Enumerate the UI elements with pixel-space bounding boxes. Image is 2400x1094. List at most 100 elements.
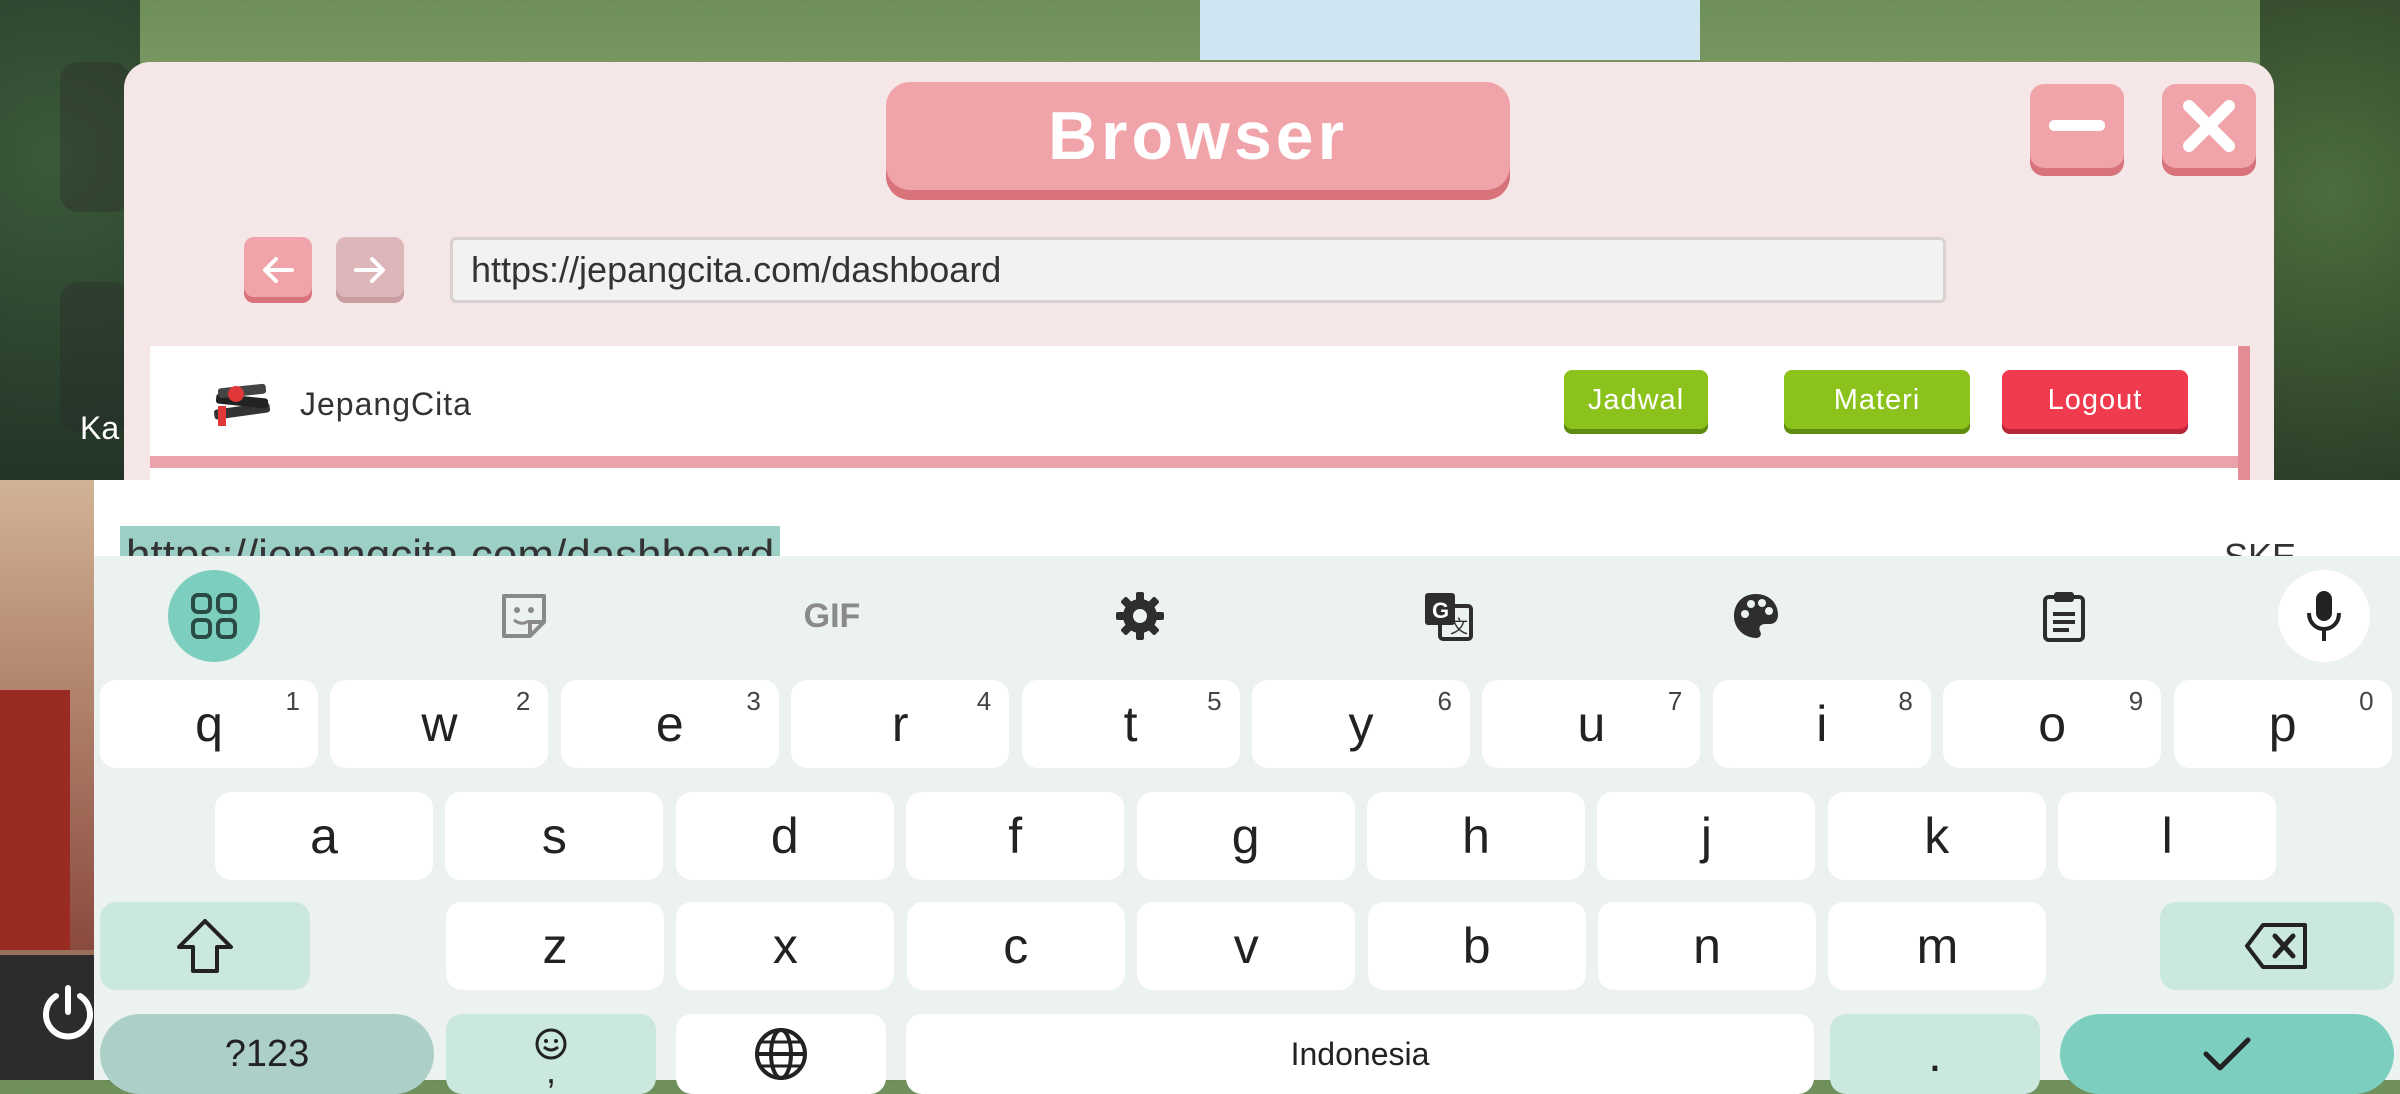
key-m[interactable]: m [1828,902,2047,990]
key-n[interactable]: n [1598,902,1816,990]
gif-icon: GIF [803,596,861,635]
key-b[interactable]: b [1367,902,1586,990]
sticker-button[interactable] [478,570,570,662]
keyboard-suggestion-strip: https://jepangcita.com/dashboard SKE [94,480,2400,556]
clipboard-button[interactable] [2018,570,2110,662]
header-divider [150,456,2238,468]
apps-button[interactable] [168,570,260,662]
power-icon[interactable] [38,982,98,1042]
close-button[interactable] [2162,84,2256,176]
key-z[interactable]: z [446,902,664,990]
apps-icon [191,593,237,639]
minimize-button[interactable] [2030,84,2124,176]
backspace-icon [2245,923,2307,969]
key-label: a [310,808,338,864]
period-key[interactable]: . [1830,1014,2040,1094]
key-u[interactable]: u7 [1482,680,1701,768]
minimize-icon [2049,120,2105,131]
on-screen-keyboard: GIF G 文 ?123 , Indonesia . q 1 w 2 e 3 r… [94,556,2400,1094]
key-v[interactable]: v [1137,902,1356,990]
key-f[interactable]: f [906,792,1125,880]
key-k[interactable]: k [1827,792,2046,880]
key-label: b [1462,918,1491,974]
key-p[interactable]: p0 [2173,680,2392,768]
enter-key[interactable] [2060,1014,2394,1094]
voice-input-button[interactable] [2278,570,2370,662]
key-label: x [772,918,798,974]
key-i[interactable]: i8 [1712,680,1931,768]
key-d[interactable]: d [675,792,894,880]
close-icon [2183,100,2235,152]
emoji-comma-key[interactable]: , [446,1014,656,1094]
logout-button[interactable]: Logout [2002,370,2188,434]
translate-button[interactable]: G 文 [1402,570,1494,662]
key-label: u [1577,696,1606,752]
key-label: j [1700,808,1712,864]
key-label: i [1816,696,1828,752]
key-label: s [541,808,567,864]
address-bar[interactable]: https://jepangcita.com/dashboard [450,237,1946,303]
key-number-hint: 1 [285,686,300,716]
settings-button[interactable] [1094,570,1186,662]
suggestion-right[interactable]: SKE [2224,536,2296,556]
key-label: q [195,696,223,752]
key-t[interactable]: t5 [1021,680,1240,768]
settings-icon [1116,592,1164,640]
clipboard-icon [2043,592,2085,642]
arrow-left-icon [263,257,294,283]
desktop-app-icon[interactable] [60,62,130,212]
materi-button[interactable]: Materi [1784,370,1970,434]
key-label: o [2038,696,2067,752]
sticker-icon [502,594,546,638]
key-w[interactable]: w2 [330,680,549,768]
language-key[interactable] [676,1014,886,1094]
key-label: c [1003,918,1029,974]
mic-icon [2307,591,2341,641]
space-key[interactable]: Indonesia [906,1014,1814,1094]
key-label: y [1348,696,1374,752]
key-label: m [1916,918,1959,974]
back-button[interactable] [244,237,312,303]
key-number-hint: 3 [746,686,761,716]
key-j[interactable]: j [1597,792,1816,880]
key-label: n [1693,918,1721,974]
address-bar-text: https://jepangcita.com/dashboard [471,249,1002,290]
key-s[interactable]: s [445,792,664,880]
key-c[interactable]: c [906,902,1125,990]
key-q[interactable]: q1 [100,680,318,768]
key-number-hint: 5 [1207,686,1222,716]
suggestion-chip[interactable]: https://jepangcita.com/dashboard [120,526,781,556]
key-number-hint: 9 [2128,686,2144,716]
key-l[interactable]: l [2058,792,2277,880]
background-red-wall [0,690,70,950]
gif-button[interactable]: GIF [786,570,878,662]
key-label: f [1008,808,1023,864]
browser-window: Browser https://jepangcita.com/dashboard… [124,62,2274,482]
theme-button[interactable] [1710,570,1802,662]
palette-icon [1734,594,1778,638]
key-number-hint: 6 [1437,686,1452,716]
shift-key[interactable] [100,902,310,990]
key-e[interactable]: e3 [560,680,779,768]
key-label: e [655,696,684,752]
key-x[interactable]: x [676,902,895,990]
books-logo-icon [213,383,271,426]
key-h[interactable]: h [1367,792,1585,880]
key-label: l [2161,808,2173,864]
key-label: g [1231,808,1260,864]
arrow-right-icon [354,257,385,283]
key-a[interactable]: a [215,792,433,880]
key-label: v [1233,918,1259,974]
background-tree-right [2260,0,2400,480]
key-g[interactable]: g [1136,792,1355,880]
jadwal-button[interactable]: Jadwal [1564,370,1708,434]
backspace-key[interactable] [2160,902,2394,990]
forward-button[interactable] [336,237,404,303]
symbols-key[interactable]: ?123 [100,1014,434,1094]
key-y[interactable]: y6 [1252,680,1470,768]
key-r[interactable]: r4 [791,680,1010,768]
key-o[interactable]: o9 [1943,680,2162,768]
key-label: z [542,918,568,974]
key-number-hint: 8 [1898,686,1913,716]
svg-text:G: G [1432,598,1449,623]
